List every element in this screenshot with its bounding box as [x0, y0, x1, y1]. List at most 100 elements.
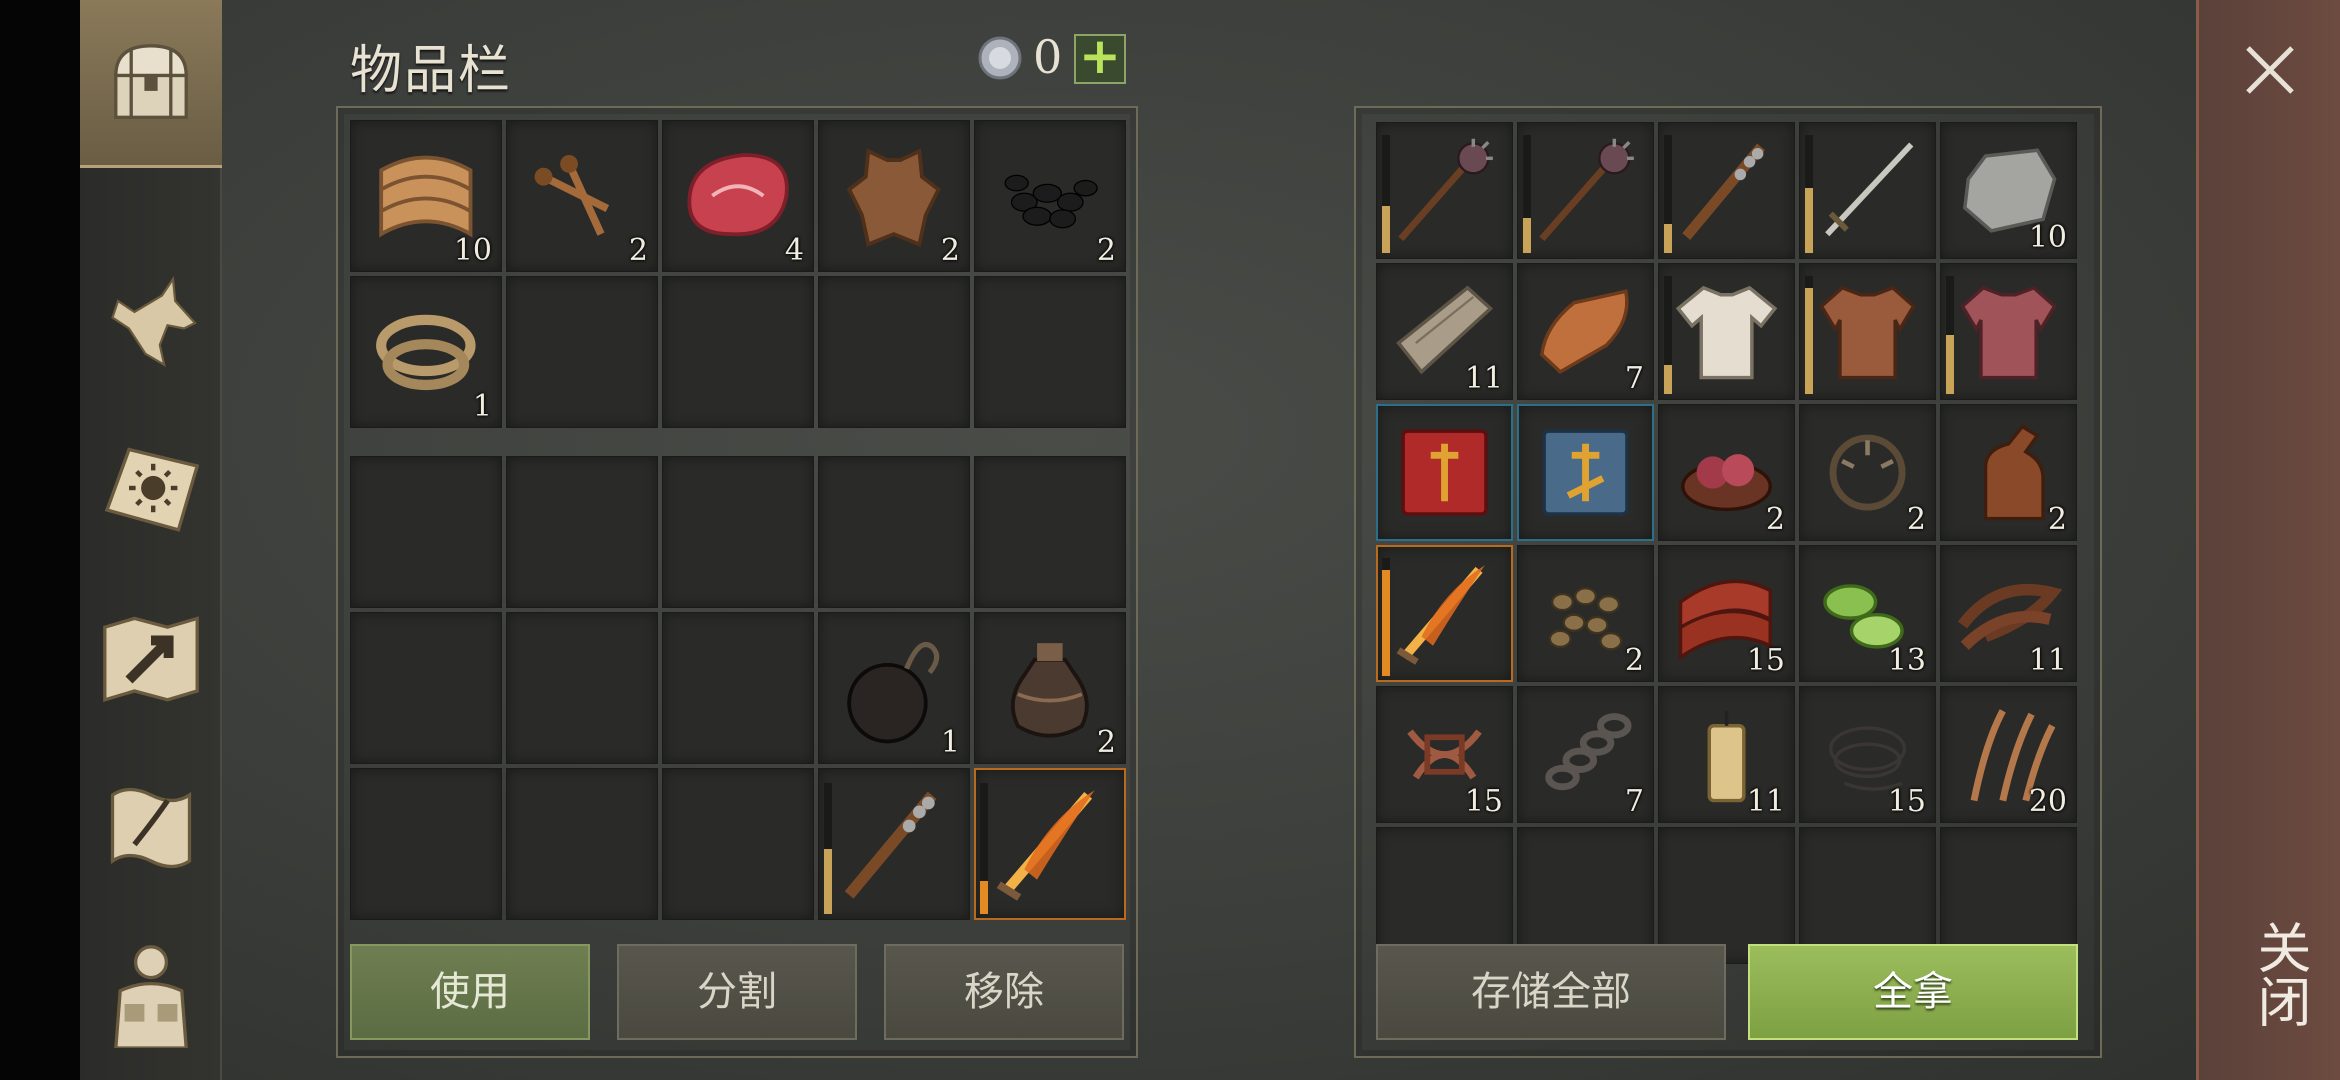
- durability-bar: [1946, 276, 1954, 394]
- inventory-slot-chain[interactable]: 7: [1517, 686, 1654, 823]
- inventory-slot-cucumber-slices[interactable]: 13: [1799, 545, 1936, 682]
- empty-slot[interactable]: [350, 768, 502, 920]
- red-book-icon: [1387, 415, 1502, 530]
- inventory-slot-blue-book[interactable]: [1517, 404, 1654, 541]
- inventory-slot-leather-strips[interactable]: 11: [1940, 545, 2077, 682]
- inventory-slot-chain-armor[interactable]: [1940, 263, 2077, 400]
- inventory-slot-morningstar[interactable]: [1517, 122, 1654, 259]
- inventory-slot-morningstar[interactable]: [1376, 122, 1513, 259]
- inventory-slot-hide[interactable]: 2: [818, 120, 970, 272]
- nav-character-tab[interactable]: [90, 925, 212, 1065]
- durability-bar: [1382, 558, 1390, 676]
- inventory-slot-bacon[interactable]: 15: [1658, 545, 1795, 682]
- close-panel[interactable]: [2196, 0, 2340, 1080]
- item-quantity: 11: [2028, 643, 2067, 678]
- inventory-slot-tunic[interactable]: [1658, 263, 1795, 400]
- inventory-bottom-grid: 12: [350, 456, 1126, 920]
- morningstar-icon: [1387, 133, 1502, 248]
- empty-slot[interactable]: [662, 276, 814, 428]
- inventory-slot-red-book[interactable]: [1376, 404, 1513, 541]
- nav-quests-tab[interactable]: [90, 760, 212, 900]
- game-screen: 物品栏 0 + 10 2 4 2 2 1 12 10 11 7 2 2 2 2 15 13 11 15 7 11 1…: [0, 0, 2340, 1080]
- chain-armor-icon: [1951, 274, 2066, 389]
- empty-slot[interactable]: [974, 276, 1126, 428]
- sun-book-icon: [96, 433, 206, 547]
- item-quantity: 10: [2028, 220, 2067, 255]
- inventory-slot-rope[interactable]: 1: [350, 276, 502, 428]
- item-quantity: 2: [1906, 502, 1926, 537]
- empty-slot[interactable]: [818, 276, 970, 428]
- coal-icon: [986, 132, 1114, 260]
- empty-slot[interactable]: [662, 768, 814, 920]
- bomb-icon: [830, 624, 958, 752]
- blue-book-icon: [1528, 415, 1643, 530]
- empty-slot[interactable]: [818, 456, 970, 608]
- nav-skills-tab[interactable]: [90, 420, 212, 560]
- rope-icon: [362, 288, 490, 416]
- close-label[interactable]: 关闭: [2240, 920, 2319, 1028]
- add-coin-button[interactable]: +: [1074, 31, 1126, 84]
- sword-icon: [1810, 133, 1925, 248]
- nav-map-tab[interactable]: [90, 590, 212, 730]
- item-quantity: 2: [628, 233, 648, 268]
- inventory-slot-coal[interactable]: 2: [974, 120, 1126, 272]
- inventory-slot-copper-ingot[interactable]: 7: [1517, 263, 1654, 400]
- item-quantity: 10: [453, 233, 492, 268]
- remove-button[interactable]: 移除: [884, 944, 1124, 1040]
- character-icon: [96, 938, 206, 1052]
- inventory-slot-fiber[interactable]: 20: [1940, 686, 2077, 823]
- inventory-slot-flame-sword[interactable]: [974, 768, 1126, 920]
- inventory-slot-sinew[interactable]: 15: [1376, 686, 1513, 823]
- inventory-slot-cloth[interactable]: 10: [350, 120, 502, 272]
- morningstar-icon: [1528, 133, 1643, 248]
- durability-bar: [980, 783, 988, 914]
- coin-count: 0: [1033, 30, 1063, 84]
- inventory-slot-spiked-club[interactable]: [818, 768, 970, 920]
- item-quantity: 13: [1887, 643, 1926, 678]
- nav-pet-tab[interactable]: [90, 255, 212, 395]
- empty-slot[interactable]: [350, 612, 502, 764]
- item-quantity: 7: [1624, 784, 1644, 819]
- flame-sword-icon: [986, 780, 1114, 908]
- screen-edge: [0, 0, 80, 1080]
- inventory-slot-seeds[interactable]: 2: [1517, 545, 1654, 682]
- scroll-icon: [96, 773, 206, 887]
- inventory-slot-organs[interactable]: 2: [1658, 404, 1795, 541]
- hide-icon: [830, 132, 958, 260]
- inventory-slot-stone[interactable]: 10: [1940, 122, 2077, 259]
- item-quantity: 15: [1887, 784, 1926, 819]
- close-icon[interactable]: [2240, 40, 2300, 100]
- inventory-slot-bomb[interactable]: 1: [818, 612, 970, 764]
- use-button[interactable]: 使用: [350, 944, 590, 1040]
- take-all-button[interactable]: 全拿: [1748, 944, 2078, 1040]
- inventory-slot-flame-sword[interactable]: [1376, 545, 1513, 682]
- empty-slot[interactable]: [350, 456, 502, 608]
- empty-slot[interactable]: [974, 456, 1126, 608]
- durability-bar: [1664, 135, 1672, 253]
- empty-slot[interactable]: [506, 276, 658, 428]
- inventory-slot-spiked-club[interactable]: [1658, 122, 1795, 259]
- inventory-slot-candle[interactable]: 11: [1658, 686, 1795, 823]
- empty-slot[interactable]: [662, 456, 814, 608]
- map-icon: [96, 603, 206, 717]
- split-button[interactable]: 分割: [617, 944, 857, 1040]
- inventory-slot-nails[interactable]: 2: [506, 120, 658, 272]
- raw-meat-icon: [674, 132, 802, 260]
- empty-slot[interactable]: [662, 612, 814, 764]
- empty-slot[interactable]: [506, 768, 658, 920]
- item-quantity: 2: [1096, 233, 1116, 268]
- inventory-slot-leather-armor[interactable]: [1799, 263, 1936, 400]
- inventory-slot-plank[interactable]: 11: [1376, 263, 1513, 400]
- item-quantity: 2: [1624, 643, 1644, 678]
- inventory-slot-bear-trap[interactable]: 2: [1799, 404, 1936, 541]
- inventory-slot-bottle[interactable]: 2: [1940, 404, 2077, 541]
- nav-chest-tab[interactable]: [80, 0, 222, 168]
- empty-slot[interactable]: [506, 456, 658, 608]
- store-all-button[interactable]: 存储全部: [1376, 944, 1726, 1040]
- empty-slot[interactable]: [506, 612, 658, 764]
- inventory-slot-wire[interactable]: 15: [1799, 686, 1936, 823]
- inventory-slot-raw-meat[interactable]: 4: [662, 120, 814, 272]
- item-quantity: 1: [472, 389, 492, 424]
- inventory-slot-oil-flask[interactable]: 2: [974, 612, 1126, 764]
- inventory-slot-sword[interactable]: [1799, 122, 1936, 259]
